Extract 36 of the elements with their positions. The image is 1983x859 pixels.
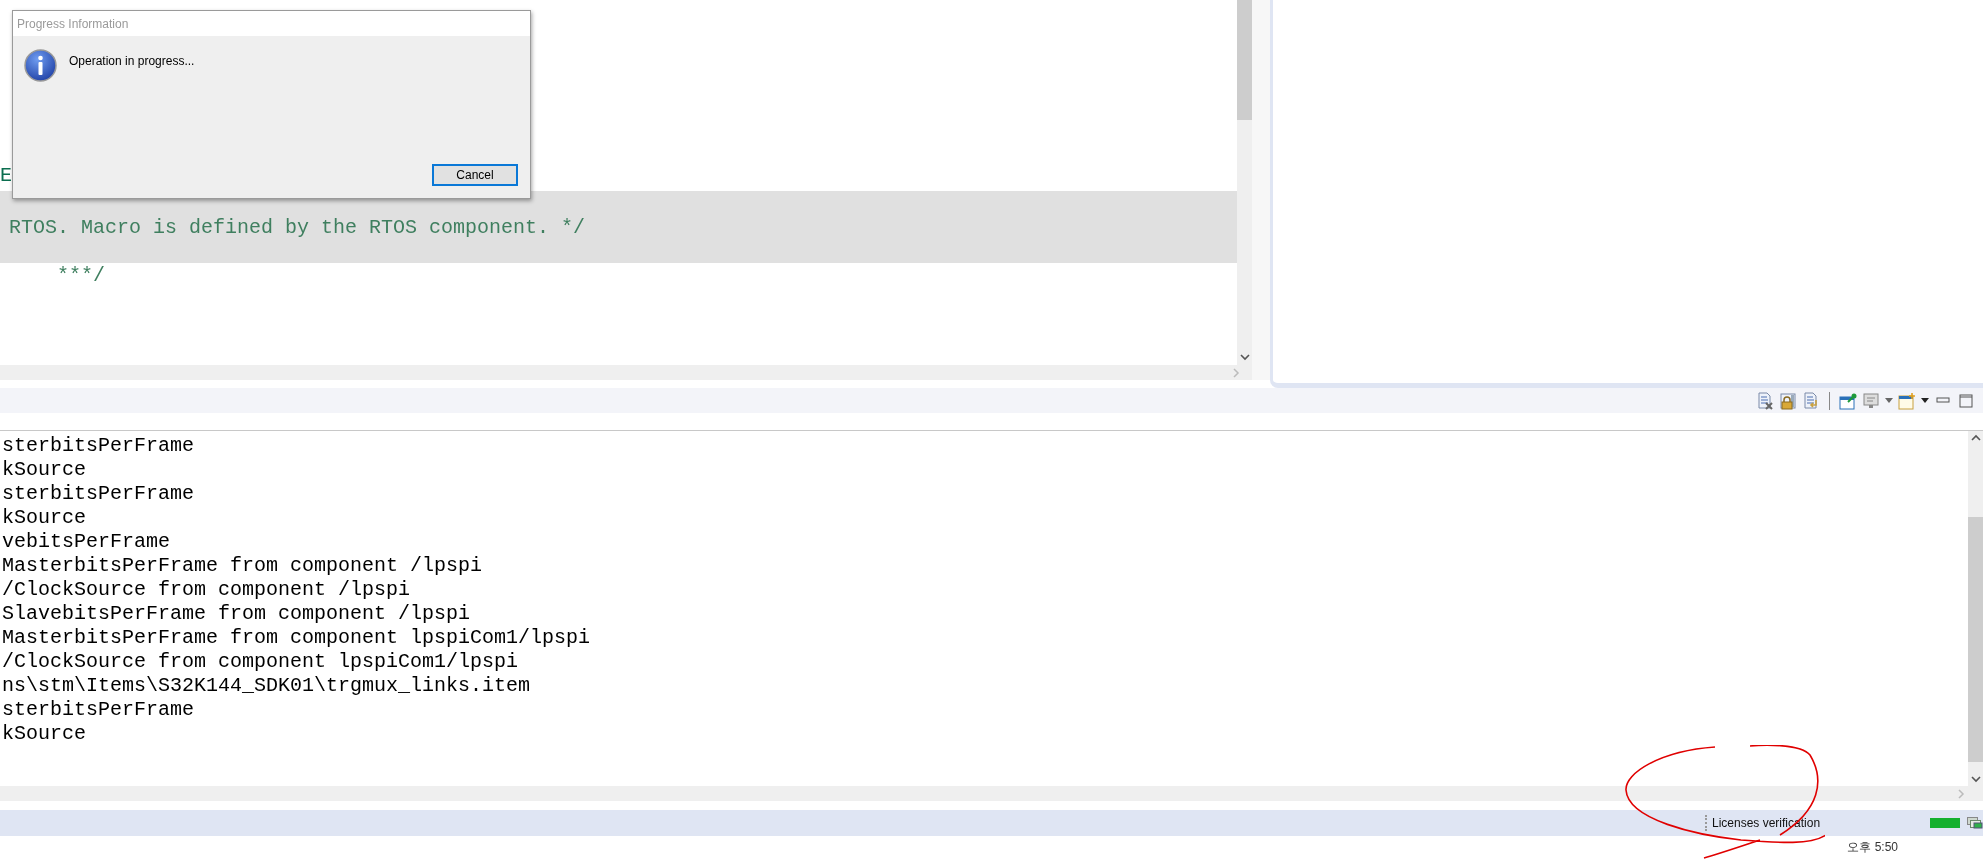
- code-line: ***/: [56, 263, 105, 287]
- monitor-icon[interactable]: [1862, 391, 1880, 410]
- console-line: MasterbitsPerFrame from component /lpspi: [1, 554, 484, 578]
- progress-view-icon[interactable]: [1967, 817, 1983, 829]
- console-line: sterbitsPerFrame: [1, 698, 196, 722]
- console-line: sterbitsPerFrame: [1, 482, 196, 506]
- clear-document-icon[interactable]: [1756, 391, 1774, 410]
- console-line: ns\stm\Items\S32K144_SDK01\trgmux_links.item: [1, 674, 532, 698]
- scroll-down-icon[interactable]: [1970, 775, 1981, 783]
- console-line: SlavebitsPerFrame from component /lpspi: [1, 602, 472, 626]
- word-wrap-icon[interactable]: [1802, 391, 1820, 410]
- console-line: /ClockSource from component lpspiCom1/lpspi: [1, 650, 520, 674]
- dropdown-caret-icon[interactable]: [1921, 398, 1929, 403]
- console-line: MasterbitsPerFrame from component lpspiCom1/lpspi: [1, 626, 592, 650]
- pin-icon[interactable]: [1839, 391, 1857, 410]
- dialog-title: Progress Information: [13, 11, 530, 36]
- drag-handle[interactable]: [1705, 815, 1709, 831]
- lock-icon[interactable]: [1779, 391, 1797, 410]
- scrollbar-thumb[interactable]: [1237, 0, 1252, 120]
- clock-time: 오후 5:50: [1847, 839, 1898, 855]
- new-window-icon[interactable]: [1898, 391, 1916, 410]
- console-line: /ClockSource from component /lpspi: [1, 578, 412, 602]
- console-line: sterbitsPerFrame: [1, 434, 196, 458]
- cancel-button[interactable]: Cancel: [432, 164, 518, 186]
- console-line: kSource: [1, 506, 87, 530]
- progress-message: Operation in progress...: [69, 53, 195, 70]
- console-line: kSource: [1, 722, 87, 746]
- code-line: E: [0, 164, 12, 187]
- scroll-up-icon[interactable]: [1970, 434, 1981, 442]
- scroll-down-icon[interactable]: [1239, 353, 1250, 361]
- scrollbar-thumb[interactable]: [1968, 517, 1983, 762]
- console-line: vebitsPerFrame: [1, 530, 172, 554]
- info-icon: [24, 49, 57, 82]
- maximize-icon[interactable]: [1957, 391, 1975, 410]
- code-line: RTOS. Macro is defined by the RTOS component. */: [8, 215, 586, 239]
- console-line: kSource: [1, 458, 87, 482]
